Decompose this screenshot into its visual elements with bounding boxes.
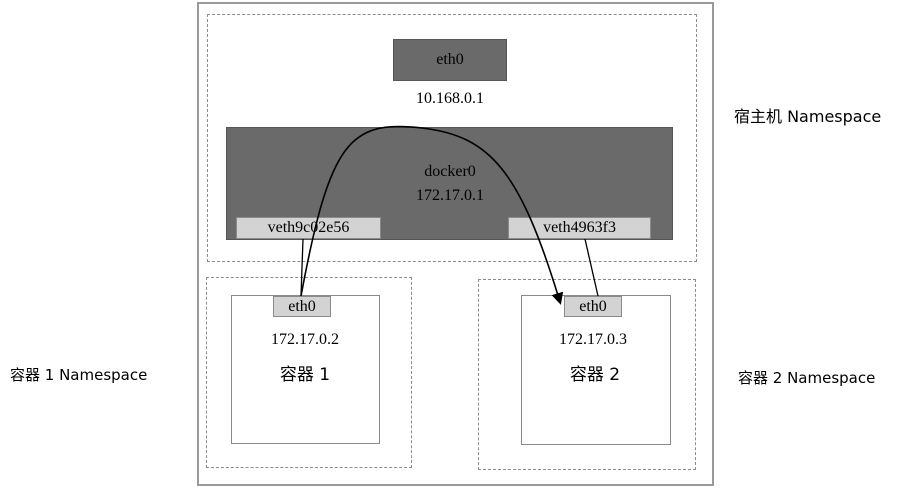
docker0-ip: 172.17.0.1 [416, 187, 484, 204]
host-eth0: eth0 [393, 39, 507, 81]
veth-container1: veth9c02e56 [236, 217, 381, 239]
container1-ip: 172.17.0.2 [271, 331, 339, 348]
docker0-name: docker0 [424, 163, 476, 180]
host-namespace-text: 宿主机 Namespace [734, 107, 882, 126]
container1-namespace-label: 容器 1 Namespace [10, 366, 148, 384]
container2-ip: 172.17.0.3 [559, 331, 627, 348]
host-eth0-ip: 10.168.0.1 [416, 90, 484, 107]
container1-name: 容器 1 [279, 364, 331, 385]
veth-container2: veth4963f3 [508, 217, 651, 239]
container2-name: 容器 2 [569, 364, 621, 385]
container2-eth0: eth0 [564, 296, 622, 317]
container2-namespace-label: 容器 2 Namespace [738, 369, 876, 387]
container1-eth0: eth0 [273, 296, 331, 317]
host-namespace-label: 宿主机 Namespace [734, 109, 904, 129]
